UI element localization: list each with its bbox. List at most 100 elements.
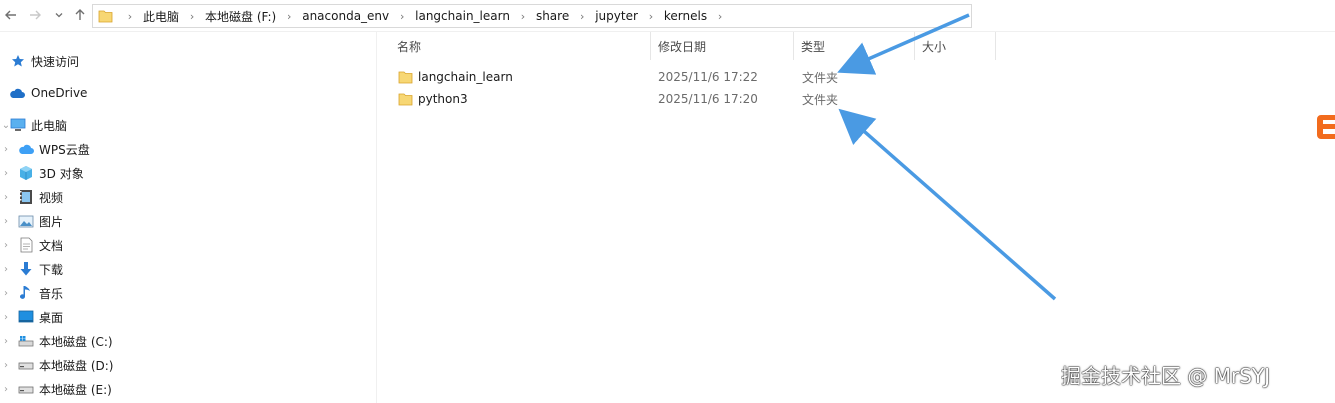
sidebar-item-pictures[interactable]: › 图片 [0, 210, 376, 232]
sidebar-item-drive-c[interactable]: › 本地磁盘 (C:) [0, 330, 376, 352]
breadcrumb-label: langchain_learn [415, 9, 510, 23]
app-logo-fragment [1317, 113, 1335, 141]
sidebar-item-videos[interactable]: › 视频 [0, 186, 376, 208]
pictures-icon [18, 213, 34, 229]
sidebar-item-3d-objects[interactable]: › 3D 对象 [0, 162, 376, 184]
recent-locations-button[interactable] [50, 6, 68, 24]
sidebar-item-quick-access[interactable]: 快速访问 [0, 50, 376, 72]
column-header-label: 修改日期 [658, 39, 707, 54]
chevron-right-icon[interactable]: › [0, 162, 12, 184]
breadcrumb-label: 本地磁盘 (F:) [205, 9, 277, 24]
chevron-right-icon[interactable]: › [0, 378, 12, 400]
chevron-right-icon[interactable]: › [0, 186, 12, 208]
video-icon [18, 189, 34, 205]
chevron-right-icon: › [189, 9, 195, 23]
sidebar-item-label: 视频 [39, 190, 64, 205]
breadcrumb-label: 此电脑 [143, 9, 180, 24]
sort-ascending-icon: ^ [509, 32, 518, 38]
sidebar-item-downloads[interactable]: › 下载 [0, 258, 376, 280]
3d-objects-icon [18, 165, 34, 181]
breadcrumb-root-sep[interactable]: › [117, 5, 143, 27]
chevron-right-icon: › [127, 9, 133, 23]
address-bar[interactable]: › 此电脑 › 本地磁盘 (F:) › anaconda_env › langc… [92, 4, 972, 28]
sidebar-item-music[interactable]: › 音乐 [0, 282, 376, 304]
breadcrumb-item-drive-f[interactable]: 本地磁盘 (F:) › [205, 5, 302, 27]
desktop-icon [18, 309, 34, 325]
folder-icon [397, 91, 413, 107]
breadcrumb-item-jupyter[interactable]: jupyter › [595, 5, 664, 27]
star-icon [10, 53, 26, 69]
breadcrumb-label: kernels [663, 9, 708, 23]
breadcrumb-item-anaconda-env[interactable]: anaconda_env › [302, 5, 415, 27]
table-row[interactable]: langchain_learn 2025/11/6 17:22 文件夹 [378, 66, 1335, 88]
breadcrumb-label: jupyter [595, 9, 638, 23]
chevron-right-icon[interactable]: › [0, 306, 12, 328]
documents-icon [18, 237, 34, 253]
sidebar-item-desktop[interactable]: › 桌面 [0, 306, 376, 328]
column-header-label: 大小 [922, 39, 947, 54]
chevron-right-icon[interactable]: › [0, 354, 12, 376]
column-header-modified[interactable]: 修改日期 [651, 32, 794, 60]
sidebar-item-drive-d[interactable]: › 本地磁盘 (D:) [0, 354, 376, 376]
chevron-right-icon[interactable]: › [0, 258, 12, 280]
column-header-name[interactable]: ^ 名称 [378, 32, 651, 60]
chevron-right-icon[interactable]: › [0, 210, 12, 232]
breadcrumb-label: share [535, 9, 570, 23]
chevron-right-icon: › [399, 9, 405, 23]
file-type: 文件夹 [802, 92, 839, 107]
cloud-icon [9, 85, 25, 101]
breadcrumb-item-langchain-learn[interactable]: langchain_learn › [415, 5, 536, 27]
folder-icon [397, 69, 413, 85]
sidebar-item-label: WPS云盘 [39, 142, 90, 157]
chevron-right-icon: › [287, 9, 292, 23]
pc-icon [10, 117, 26, 133]
sidebar-item-wps-cloud[interactable]: › WPS云盘 [0, 138, 376, 160]
breadcrumb-label: anaconda_env [302, 9, 390, 23]
chevron-down-icon [55, 13, 63, 18]
file-name: langchain_learn [418, 70, 513, 84]
chevron-right-icon[interactable]: › [0, 138, 12, 160]
chevron-right-icon: › [520, 9, 526, 23]
download-icon [18, 261, 34, 277]
file-explorer-window: › 此电脑 › 本地磁盘 (F:) › anaconda_env › langc… [0, 0, 1335, 403]
arrow-left-icon [5, 10, 16, 20]
sidebar-item-label: 3D 对象 [39, 166, 84, 181]
folder-icon [97, 8, 113, 24]
column-header-label: 类型 [801, 39, 826, 54]
sidebar-item-label: 快速访问 [31, 54, 80, 69]
breadcrumb-item-kernels[interactable]: kernels › [664, 5, 733, 27]
column-header-size[interactable]: 大小 [915, 32, 996, 60]
sidebar-item-label: 本地磁盘 (C:) [39, 334, 113, 349]
column-header-type[interactable]: 类型 [794, 32, 915, 60]
sidebar-item-onedrive[interactable]: OneDrive [0, 82, 376, 104]
file-list: ^ 名称 修改日期 类型 大小 langchain_learn 2025/11/… [378, 32, 1335, 403]
drive-icon [18, 381, 34, 397]
back-button[interactable] [2, 6, 20, 24]
sidebar-item-label: 音乐 [39, 286, 64, 301]
drive-icon [18, 357, 34, 373]
up-button[interactable] [71, 6, 89, 24]
sidebar-item-label: 桌面 [39, 310, 64, 325]
sidebar-item-drive-e[interactable]: › 本地磁盘 (E:) [0, 378, 376, 400]
chevron-right-icon[interactable]: › [0, 330, 12, 352]
sidebar-item-label: 本地磁盘 (D:) [39, 358, 114, 373]
chevron-right-icon[interactable]: › [0, 234, 12, 256]
sidebar-item-this-pc[interactable]: ⌄ 此电脑 [0, 114, 376, 136]
forward-button[interactable] [26, 6, 44, 24]
table-row[interactable]: python3 2025/11/6 17:20 文件夹 [378, 88, 1335, 110]
sidebar-item-label: 文档 [39, 238, 64, 253]
file-modified-date: 2025/11/6 17:20 [658, 92, 758, 106]
sidebar-item-documents[interactable]: › 文档 [0, 234, 376, 256]
drive-icon [18, 333, 34, 349]
navigation-pane: 快速访问 OneDrive ⌄ 此电脑 › WPS云盘 › 3D 对象 › 视频… [0, 32, 377, 403]
arrow-up-icon [75, 9, 85, 20]
sidebar-item-label: 图片 [39, 214, 64, 229]
file-type: 文件夹 [802, 70, 839, 85]
chevron-right-icon: › [580, 9, 585, 23]
column-header-label: 名称 [397, 39, 422, 54]
breadcrumb-item-share[interactable]: share › [536, 5, 595, 27]
sidebar-item-label: 此电脑 [31, 118, 68, 133]
chevron-right-icon[interactable]: › [0, 282, 12, 304]
breadcrumb-item-this-pc[interactable]: 此电脑 › [143, 5, 205, 27]
music-icon [18, 285, 34, 301]
